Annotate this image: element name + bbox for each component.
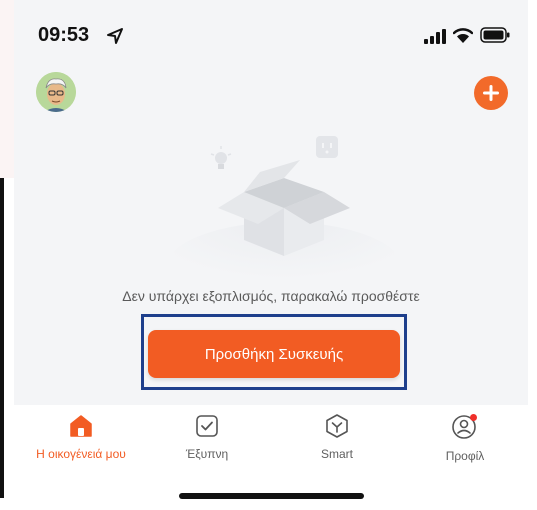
- notification-badge: [470, 414, 477, 421]
- tab-label: Προφίλ: [445, 449, 485, 463]
- tab-smart[interactable]: Smart: [282, 413, 392, 471]
- location-arrow-icon: [107, 28, 123, 44]
- plus-icon: [483, 85, 499, 101]
- tab-label: Έξυπνη: [185, 447, 229, 461]
- profile-icon: [452, 414, 477, 439]
- socket-icon: [316, 136, 338, 158]
- hexagon-icon: [326, 414, 348, 438]
- avatar[interactable]: [36, 72, 76, 112]
- tab-smart-gr[interactable]: Έξυπνη: [152, 413, 262, 471]
- empty-box-illustration: [174, 136, 394, 280]
- add-device-button[interactable]: Προσθήκη Συσκευής: [148, 330, 400, 378]
- checkbox-icon: [196, 415, 218, 437]
- tab-bar: Η οικογένειά μου Έξυπνη Smart Προφίλ: [14, 405, 528, 510]
- frame-edge: [0, 178, 4, 498]
- bulb-icon: [210, 146, 232, 169]
- tab-label: Η οικογένειά μου: [36, 447, 126, 461]
- home-icon: [70, 415, 92, 437]
- empty-state-message: Δεν υπάρχει εξοπλισμός, παρακαλώ προσθέσ…: [122, 288, 420, 304]
- wifi-icon: [453, 28, 473, 43]
- tab-profile[interactable]: Προφίλ: [410, 413, 520, 471]
- tab-my-family[interactable]: Η οικογένειά μου: [26, 413, 136, 471]
- battery-icon: [480, 27, 510, 43]
- add-button[interactable]: [474, 76, 508, 110]
- status-time: 09:53: [38, 24, 90, 46]
- signal-icon: [424, 29, 446, 44]
- home-indicator[interactable]: [179, 493, 364, 499]
- avatar-face-icon: [36, 72, 76, 112]
- phone-screen: 09:53 Δεν υπάρχει εξοπλισμός, παρακαλώ π…: [14, 0, 528, 510]
- tab-label: Smart: [320, 447, 353, 461]
- status-bar: 09:53: [14, 0, 528, 64]
